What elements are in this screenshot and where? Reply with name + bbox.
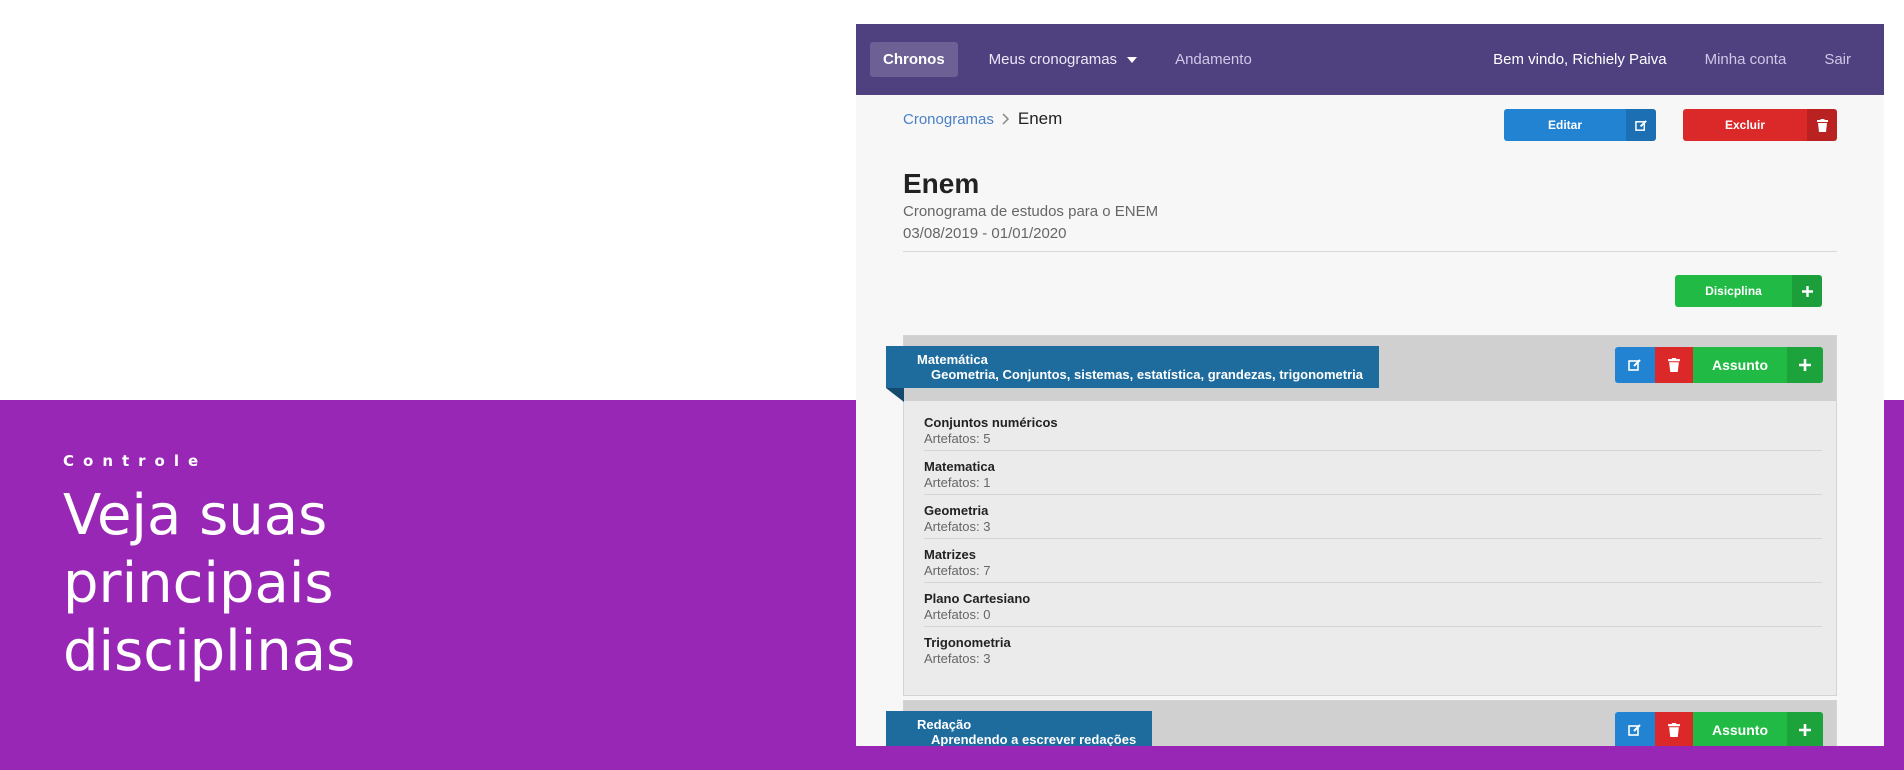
discipline-name: Matemática bbox=[917, 352, 988, 367]
caret-down-icon bbox=[1127, 56, 1138, 63]
page-title: Enem bbox=[903, 168, 980, 199]
progress-link[interactable]: Andamento bbox=[1156, 51, 1271, 68]
discipline-topics: Geometria, Conjuntos, sistemas, estatíst… bbox=[931, 367, 1364, 382]
add-subject-label: Assunto bbox=[1712, 357, 1768, 373]
subject-count: Artefatos: 3 bbox=[924, 651, 991, 666]
list-item[interactable]: Plano Cartesiano Artefatos: 0 bbox=[924, 589, 1822, 627]
plus-icon bbox=[1787, 712, 1823, 746]
promo-eyebrow: Controle bbox=[63, 452, 208, 470]
subject-name: Matematica bbox=[924, 459, 995, 474]
chevron-right-icon bbox=[1002, 113, 1010, 125]
subject-name: Geometria bbox=[924, 503, 989, 518]
delete-button-label: Excluir bbox=[1724, 118, 1766, 132]
breadcrumb-schedules-link[interactable]: Cronogramas bbox=[903, 111, 994, 128]
list-item[interactable]: Conjuntos numéricos Artefatos: 5 bbox=[924, 413, 1822, 451]
list-item[interactable]: Geometria Artefatos: 3 bbox=[924, 501, 1822, 539]
subject-count: Artefatos: 0 bbox=[924, 607, 991, 622]
add-discipline-label: Disicplina bbox=[1705, 284, 1762, 298]
discipline-ribbon: Redação Aprendendo a escrever redações bbox=[886, 711, 1153, 746]
discipline-actions: Assunto bbox=[1615, 712, 1823, 746]
edit-schedule-button[interactable]: Editar bbox=[1504, 109, 1656, 141]
trash-icon bbox=[1668, 358, 1680, 372]
plus-icon bbox=[1792, 275, 1822, 307]
app-screenshot: Chronos Meus cronogramas Andamento Bem v… bbox=[856, 24, 1884, 746]
edit-icon bbox=[1628, 358, 1642, 372]
add-subject-label: Assunto bbox=[1712, 722, 1768, 738]
discipline-name: Redação bbox=[917, 717, 972, 732]
welcome-text: Bem vindo, Richiely Paiva bbox=[1493, 51, 1667, 68]
add-discipline-button[interactable]: Disicplina bbox=[1675, 275, 1822, 307]
subject-name: Conjuntos numéricos bbox=[924, 415, 1058, 430]
delete-discipline-button[interactable] bbox=[1655, 712, 1693, 746]
edit-discipline-button[interactable] bbox=[1615, 347, 1655, 383]
discipline-topics: Aprendendo a escrever redações bbox=[931, 732, 1137, 746]
breadcrumb: Cronogramas Enem bbox=[903, 109, 1062, 129]
subject-count: Artefatos: 3 bbox=[924, 519, 991, 534]
brand-link[interactable]: Chronos bbox=[870, 42, 958, 77]
my-schedules-label: Meus cronogramas bbox=[988, 51, 1118, 68]
edit-icon bbox=[1626, 109, 1656, 141]
subject-count: Artefatos: 5 bbox=[924, 431, 991, 446]
delete-discipline-button[interactable] bbox=[1655, 347, 1693, 383]
delete-schedule-button[interactable]: Excluir bbox=[1683, 109, 1837, 141]
promo-section: Controle Veja suas principais disciplina… bbox=[63, 452, 483, 686]
edit-discipline-button[interactable] bbox=[1615, 712, 1655, 746]
discipline-card: Matemática Geometria, Conjuntos, sistema… bbox=[886, 335, 1837, 696]
account-link[interactable]: Minha conta bbox=[1686, 51, 1806, 68]
discipline-actions: Assunto bbox=[1615, 347, 1823, 383]
subject-name: Plano Cartesiano bbox=[924, 591, 1031, 606]
navbar: Chronos Meus cronogramas Andamento Bem v… bbox=[856, 24, 1884, 95]
discipline-ribbon: Matemática Geometria, Conjuntos, sistema… bbox=[886, 346, 1380, 402]
discipline-card: Redação Aprendendo a escrever redações A… bbox=[886, 700, 1837, 746]
add-subject-button[interactable]: Assunto bbox=[1693, 347, 1823, 383]
trash-icon bbox=[1807, 109, 1837, 141]
list-item[interactable]: Matrizes Artefatos: 7 bbox=[924, 545, 1822, 583]
edit-icon bbox=[1628, 723, 1642, 737]
add-subject-button[interactable]: Assunto bbox=[1693, 712, 1823, 746]
discipline-header: Redação Aprendendo a escrever redações A… bbox=[886, 701, 1836, 746]
subject-list: Conjuntos numéricos Artefatos: 5 Matemat… bbox=[904, 401, 1836, 695]
my-schedules-dropdown[interactable]: Meus cronogramas bbox=[970, 51, 1156, 68]
edit-button-label: Editar bbox=[1547, 118, 1582, 132]
schedule-dates: 03/08/2019 - 01/01/2020 bbox=[903, 225, 1067, 242]
logout-link[interactable]: Sair bbox=[1805, 51, 1870, 68]
subject-count: Artefatos: 7 bbox=[924, 563, 991, 578]
subject-count: Artefatos: 1 bbox=[924, 475, 991, 490]
discipline-header: Matemática Geometria, Conjuntos, sistema… bbox=[886, 336, 1836, 402]
trash-icon bbox=[1668, 723, 1680, 737]
subject-name: Trigonometria bbox=[924, 635, 1011, 650]
schedule-description: Cronograma de estudos para o ENEM bbox=[903, 203, 1159, 220]
subject-name: Matrizes bbox=[924, 547, 977, 562]
promo-title: Veja suas principais disciplinas bbox=[63, 483, 356, 684]
schedule-header: Enem Cronograma de estudos para o ENEM 0… bbox=[903, 167, 1837, 252]
list-item[interactable]: Matematica Artefatos: 1 bbox=[924, 457, 1822, 495]
plus-icon bbox=[1787, 347, 1823, 383]
list-item[interactable]: Trigonometria Artefatos: 3 bbox=[924, 633, 1822, 671]
breadcrumb-current: Enem bbox=[1017, 109, 1063, 128]
